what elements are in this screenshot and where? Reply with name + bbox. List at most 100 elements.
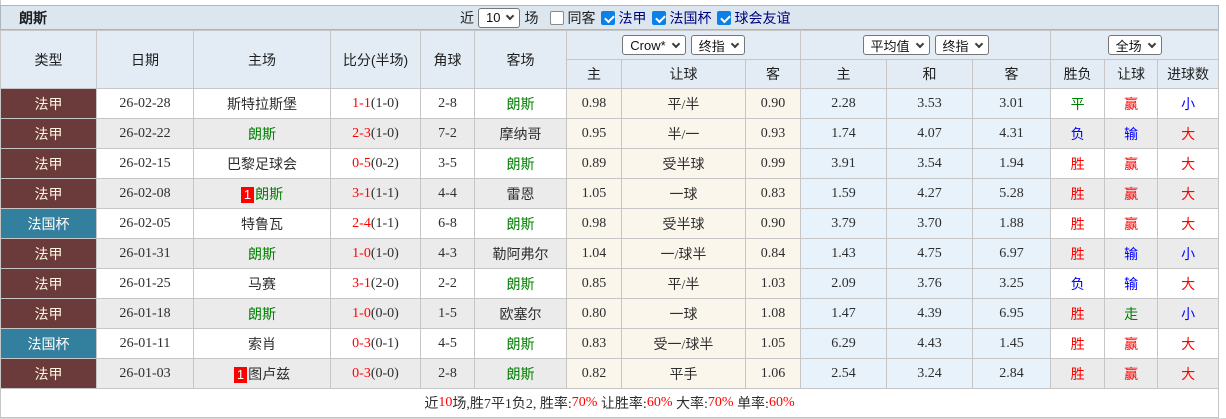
half-time-score: (0-0) (370, 305, 399, 321)
match-row: 法甲 26-01-31 朗斯 1-0(1-0) 4-3 勒阿弗尔 1.04 一/球半 0.84 1… (0, 238, 1220, 269)
avg-draw-odds: 4.39 (886, 298, 974, 329)
filter-label[interactable]: 同客 (567, 8, 595, 28)
match-date: 26-02-05 (96, 208, 194, 239)
match-row: 法甲 26-02-08 1 朗斯 3-1(1-1) 4-4 雷恩 1.05 一球 0.83 1.59… (0, 178, 1220, 209)
result-goals: 大 (1157, 118, 1220, 149)
result-outcome: 胜 (1050, 358, 1106, 389)
summary-text-segment: 70% (707, 395, 734, 410)
result-handicap: 走 (1104, 298, 1159, 329)
handicap-line: 半/一 (621, 118, 746, 149)
subcol-crow-handicap: 让球 (621, 59, 746, 89)
chevron-down-icon (506, 11, 515, 21)
filter-group: 同客 法甲 法国杯 球会友谊 (550, 8, 796, 28)
match-row: 法国杯 26-01-11 索肖 0-3(0-1) 4-5 朗斯 0.83 受一/球半 1.05 6… (0, 328, 1220, 359)
corner-cell: 2-2 (420, 268, 475, 299)
score-cell: 2-4(1-1) (330, 208, 421, 239)
away-team-name: 朗斯 (506, 367, 535, 383)
home-team-cell: 1 朗斯 (193, 178, 331, 209)
score-cell: 0-3(0-0) (330, 358, 421, 389)
away-team-name: 朗斯 (506, 337, 535, 353)
away-team-cell: 勒阿弗尔 (474, 238, 567, 269)
avg-home-odds: 2.09 (800, 268, 888, 299)
away-team-cell: 朗斯 (474, 328, 567, 359)
away-team-name: 朗斯 (506, 217, 535, 233)
subcol-avg-home: 主 (800, 59, 888, 89)
avg-draw-odds: 4.07 (886, 118, 974, 149)
half-time-score: (0-1) (370, 335, 399, 351)
result-handicap: 输 (1104, 238, 1159, 269)
full-match-select[interactable]: 全场 (1107, 35, 1162, 55)
match-row: 法国杯 26-02-05 特鲁瓦 2-4(1-1) 6-8 朗斯 0.98 受半球 0.90 3.… (0, 208, 1220, 239)
filter-label[interactable]: 法甲 (618, 8, 646, 28)
crow-home-odds: 1.05 (566, 178, 622, 209)
result-header: 全场 (1050, 30, 1220, 60)
half-time-score: (1-0) (370, 125, 399, 141)
avg-draw-odds: 4.27 (886, 178, 974, 209)
full-time-score: 2-4 (352, 215, 371, 231)
result-outcome: 胜 (1050, 208, 1106, 239)
filter-controls: 近 10 场 同客 法甲 法国杯 球会友谊 (456, 6, 796, 29)
match-table: 类型 日期 主场 比分(半场) 角球 客场 Crow* 终指 平均值 终指 全场… (0, 30, 1220, 389)
crow-stage-select-value: 终指 (698, 38, 725, 54)
avg-stage-select[interactable]: 终指 (934, 35, 989, 55)
match-date: 26-01-25 (96, 268, 194, 299)
crow-away-odds: 0.83 (744, 178, 802, 209)
corner-cell: 2-8 (420, 88, 475, 119)
home-team-name: 朗斯 (248, 127, 276, 143)
home-team-name: 朗斯 (255, 187, 284, 203)
crow-odds-header: Crow* 终指 (565, 30, 802, 60)
half-time-score: (1-1) (370, 215, 399, 231)
average-select[interactable]: 平均值 (862, 35, 930, 55)
match-count-select[interactable]: 10 (478, 7, 521, 28)
score-cell: 1-0(0-0) (330, 298, 421, 329)
score-cell: 2-3(1-0) (330, 118, 421, 149)
match-date: 26-02-22 (96, 118, 194, 149)
score-cell: 1-0(1-0) (330, 238, 421, 269)
competition-type: 法国杯 (0, 208, 97, 239)
match-date: 26-01-18 (96, 298, 194, 329)
chevron-down-icon (1147, 39, 1156, 48)
summary-text-segment: 60% (768, 395, 795, 410)
avg-away-odds: 1.94 (972, 148, 1052, 179)
summary-text-segment: 让胜率: (597, 397, 647, 412)
full-time-score: 3-1 (352, 275, 371, 291)
crow-away-odds: 1.05 (744, 328, 802, 359)
result-handicap: 赢 (1104, 328, 1159, 359)
away-team-name: 雷恩 (506, 187, 535, 203)
match-count-value: 10 (486, 10, 501, 25)
handicap-line: 平/半 (621, 268, 746, 299)
filter-label[interactable]: 球会友谊 (734, 8, 790, 28)
avg-away-odds: 3.01 (972, 88, 1052, 119)
checkbox-checked-icon[interactable] (601, 10, 616, 25)
checkbox-unchecked-icon[interactable] (550, 10, 565, 25)
away-team-name: 朗斯 (506, 97, 535, 113)
competition-type: 法甲 (0, 298, 97, 329)
bookmaker-select[interactable]: Crow* (622, 35, 686, 55)
near-label: 近 (460, 9, 474, 26)
subcol-avg-draw: 和 (886, 59, 974, 89)
full-time-score: 1-0 (352, 305, 371, 321)
away-team-cell: 朗斯 (474, 148, 567, 179)
crow-home-odds: 0.83 (566, 328, 622, 359)
chevron-down-icon (974, 39, 983, 48)
home-team-name: 朗斯 (248, 307, 276, 323)
handicap-line: 一球 (621, 178, 746, 209)
rank-badge: 1 (240, 186, 255, 203)
crow-stage-select[interactable]: 终指 (690, 35, 745, 55)
away-team-name: 欧塞尔 (499, 307, 542, 323)
avg-away-odds: 1.88 (972, 208, 1052, 239)
subcol-result-goals: 进球数 (1157, 59, 1220, 89)
checkbox-checked-icon[interactable] (652, 10, 667, 25)
result-goals: 小 (1157, 298, 1220, 329)
home-team-cell: 1 图卢兹 (193, 358, 331, 389)
avg-home-odds: 1.43 (800, 238, 888, 269)
home-team-cell: 朗斯 (193, 238, 331, 269)
home-team-name: 马赛 (248, 277, 276, 293)
filter-label[interactable]: 法国杯 (669, 8, 711, 28)
handicap-line: 一/球半 (621, 238, 746, 269)
checkbox-checked-icon[interactable] (717, 10, 732, 25)
summary-bar: 近 10 场,胜7平1负2, 胜率: 70% 让胜率: 60% 大率: 70% 单率: 60… (0, 389, 1219, 418)
crow-away-odds: 0.90 (744, 88, 802, 119)
result-handicap: 赢 (1104, 148, 1159, 179)
bookmaker-select-value: Crow* (630, 37, 666, 53)
